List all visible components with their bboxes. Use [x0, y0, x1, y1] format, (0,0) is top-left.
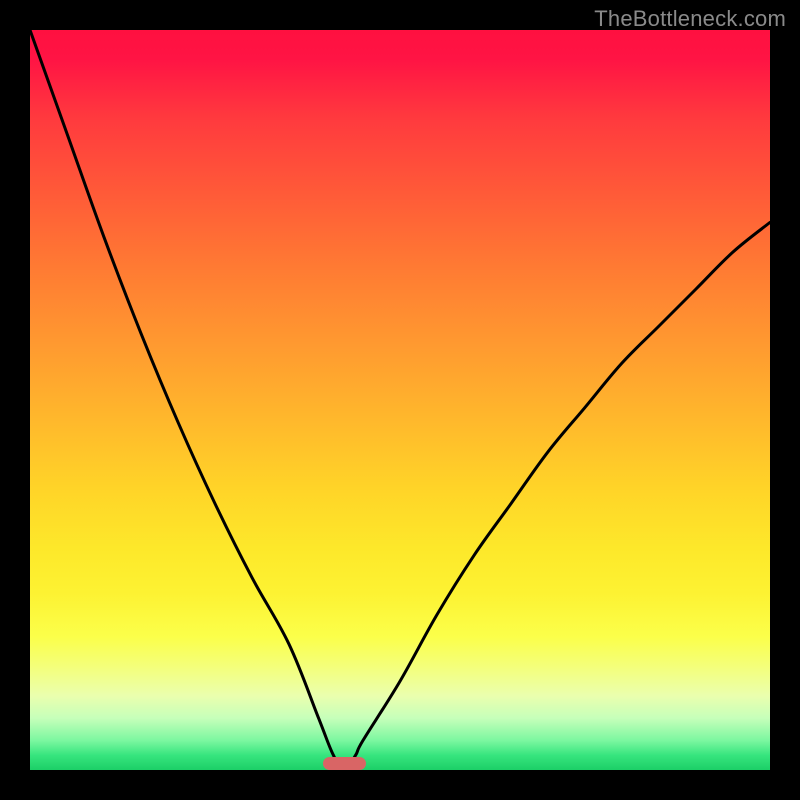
watermark-text: TheBottleneck.com	[594, 6, 786, 32]
curve-svg	[30, 30, 770, 770]
bottleneck-curve	[30, 30, 770, 770]
optimum-marker	[323, 757, 366, 770]
chart-frame: TheBottleneck.com	[0, 0, 800, 800]
plot-area	[30, 30, 770, 770]
